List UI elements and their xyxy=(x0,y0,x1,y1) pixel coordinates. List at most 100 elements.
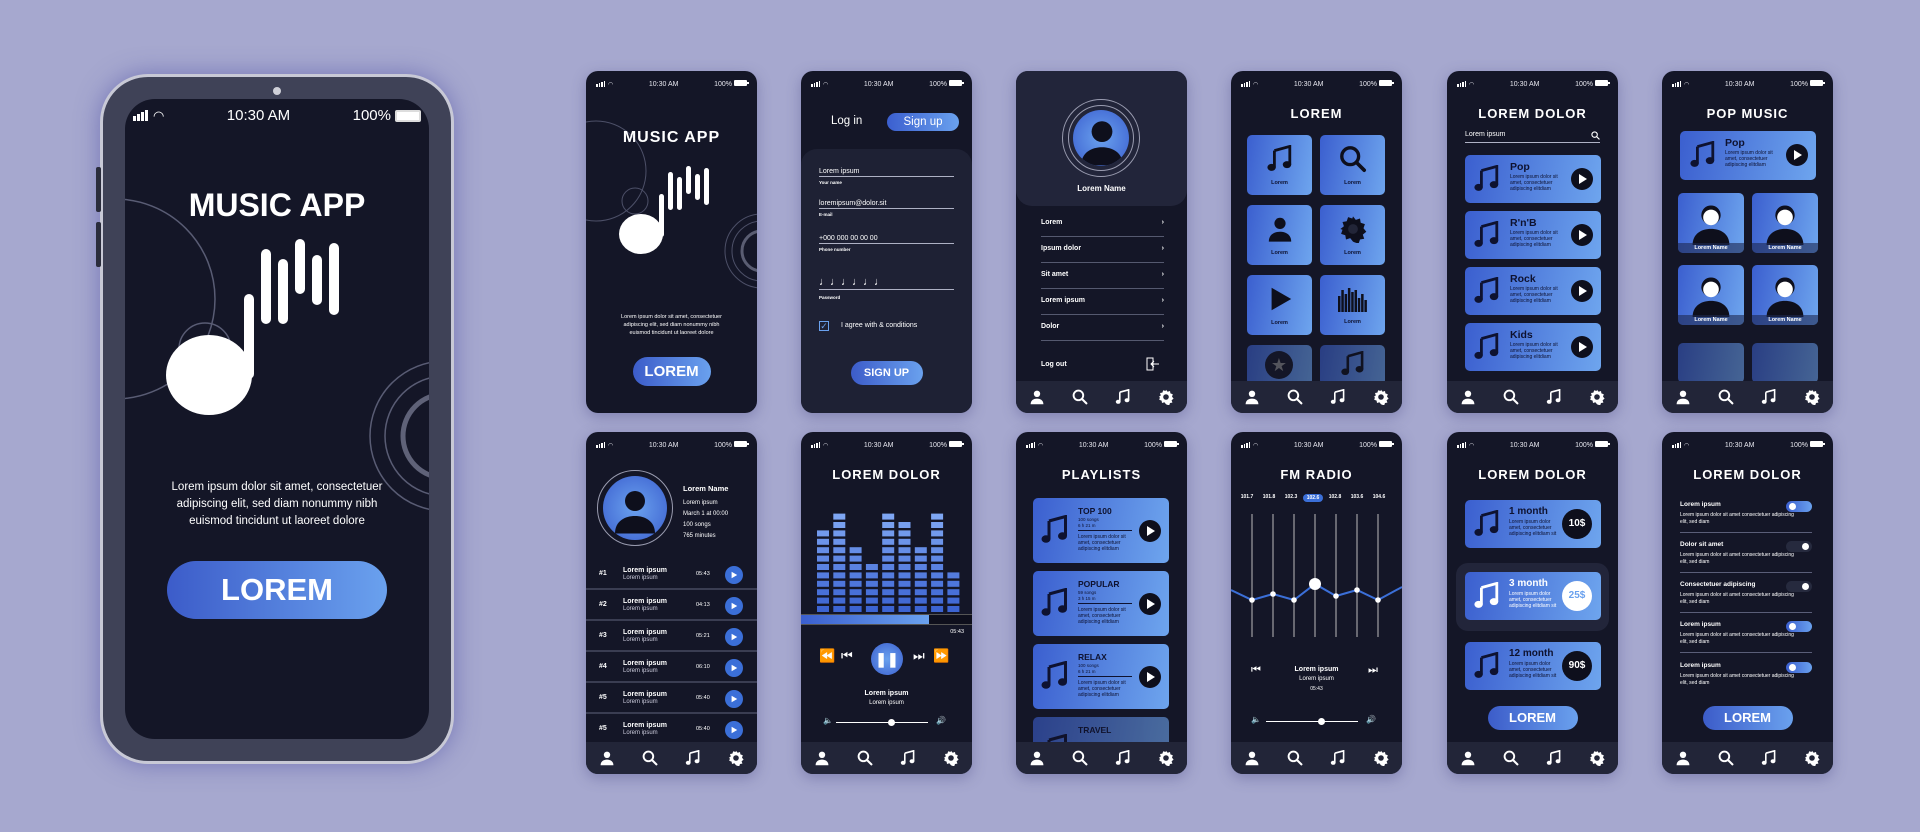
menu-item[interactable]: Ipsum dolor › xyxy=(1041,245,1164,263)
setting-toggle[interactable] xyxy=(1786,621,1812,632)
prev-icon[interactable]: ⏮ xyxy=(841,648,853,664)
grid-tile[interactable]: Lorem xyxy=(1320,275,1385,335)
plan-card[interactable]: 3 month Lorem ipsum dolor amet, consecte… xyxy=(1465,572,1601,620)
tab-signup[interactable]: Sign up xyxy=(887,113,959,131)
volume-slider[interactable] xyxy=(836,719,928,726)
station-knob[interactable] xyxy=(1309,578,1321,590)
setting-toggle[interactable] xyxy=(1786,662,1812,673)
tab-login[interactable]: Log in xyxy=(831,115,862,127)
grid-tile[interactable]: Lorem xyxy=(1320,135,1385,195)
nav-profile-icon[interactable] xyxy=(1673,387,1693,407)
station-chip[interactable]: 101.7 xyxy=(1237,494,1257,500)
nav-music-icon[interactable] xyxy=(683,748,703,768)
lorem-button[interactable]: LOREM xyxy=(632,357,711,386)
play-button[interactable] xyxy=(725,721,743,739)
nav-profile-icon[interactable] xyxy=(1027,748,1047,768)
artist-card[interactable]: Lorem Name xyxy=(1752,265,1818,325)
play-button[interactable] xyxy=(725,659,743,677)
artist-card[interactable]: Lorem Name xyxy=(1752,193,1818,253)
nav-search-icon[interactable] xyxy=(640,748,660,768)
grid-tile[interactable] xyxy=(1320,345,1385,385)
playlist-card[interactable]: POPULAR 59 songs 3 h 15 m Lorem ipsum do… xyxy=(1033,571,1169,636)
nav-music-icon[interactable] xyxy=(1759,387,1779,407)
nav-music-icon[interactable] xyxy=(1328,748,1348,768)
form-field[interactable]: Lorem ipsum xyxy=(819,168,954,177)
nav-music-icon[interactable] xyxy=(898,748,918,768)
station-knob[interactable] xyxy=(1291,597,1297,603)
nav-search-icon[interactable] xyxy=(1285,387,1305,407)
setting-toggle[interactable] xyxy=(1786,581,1812,592)
menu-item[interactable]: Lorem › xyxy=(1041,219,1164,237)
track-row[interactable]: #1 Lorem ipsum Lorem ipsum 05:43 xyxy=(586,560,757,590)
nav-search-icon[interactable] xyxy=(1070,748,1090,768)
nav-profile-icon[interactable] xyxy=(1027,387,1047,407)
nav-settings-icon[interactable] xyxy=(1587,387,1607,407)
station-chip[interactable]: 102.8 xyxy=(1325,494,1345,500)
pause-button[interactable]: ❚❚ xyxy=(871,643,903,675)
side-button[interactable] xyxy=(96,167,101,212)
next-station-icon[interactable]: ⏭ xyxy=(1368,664,1378,677)
nav-search-icon[interactable] xyxy=(1501,748,1521,768)
playlist-card[interactable]: RELAX 100 songs 6 h 21 m Lorem ipsum dol… xyxy=(1033,644,1169,709)
lorem-button[interactable]: LOREM xyxy=(167,561,387,619)
nav-profile-icon[interactable] xyxy=(1242,748,1262,768)
station-chip[interactable]: 102.6 xyxy=(1303,494,1323,502)
station-knob[interactable] xyxy=(1270,591,1276,597)
logout-label[interactable]: Log out xyxy=(1041,361,1067,368)
nav-search-icon[interactable] xyxy=(1501,387,1521,407)
fast-forward-icon[interactable]: ⏩ xyxy=(933,648,949,664)
search-icon[interactable] xyxy=(1591,131,1600,140)
featured-genre-card[interactable]: Pop Lorem ipsum dolor sit amet, consecte… xyxy=(1680,131,1816,180)
nav-search-icon[interactable] xyxy=(1716,387,1736,407)
grid-tile[interactable]: Lorem xyxy=(1247,135,1312,195)
form-field[interactable]: +000 000 00 00 00 xyxy=(819,235,954,244)
nav-music-icon[interactable] xyxy=(1113,387,1133,407)
grid-tile[interactable]: ★ xyxy=(1247,345,1312,385)
genre-card[interactable]: Kids Lorem ipsum dolor sit amet, consect… xyxy=(1465,323,1601,371)
rewind-icon[interactable]: ⏪ xyxy=(819,648,835,664)
form-field[interactable]: ♩♩♩♩♩♩ xyxy=(819,276,954,290)
nav-music-icon[interactable] xyxy=(1544,748,1564,768)
menu-item[interactable]: Dolor › xyxy=(1041,323,1164,341)
play-button[interactable] xyxy=(1571,280,1593,302)
artist-card[interactable] xyxy=(1752,343,1818,383)
play-button[interactable] xyxy=(725,690,743,708)
station-knob[interactable] xyxy=(1333,593,1339,599)
playlist-card[interactable]: TOP 100 100 songs 6 h 21 m Lorem ipsum d… xyxy=(1033,498,1169,563)
station-chip[interactable]: 103.6 xyxy=(1347,494,1367,500)
volume-slider[interactable] xyxy=(1266,718,1358,725)
plan-card[interactable]: 12 month Lorem ipsum dolor amet, consect… xyxy=(1465,642,1601,690)
nav-search-icon[interactable] xyxy=(855,748,875,768)
grid-tile[interactable]: Lorem xyxy=(1320,205,1385,265)
nav-settings-icon[interactable] xyxy=(941,748,961,768)
play-button[interactable] xyxy=(1571,224,1593,246)
nav-profile-icon[interactable] xyxy=(1458,748,1478,768)
nav-search-icon[interactable] xyxy=(1070,387,1090,407)
station-knob[interactable] xyxy=(1375,597,1381,603)
logout-icon[interactable] xyxy=(1146,357,1160,371)
nav-settings-icon[interactable] xyxy=(1802,387,1822,407)
nav-music-icon[interactable] xyxy=(1544,387,1564,407)
nav-music-icon[interactable] xyxy=(1759,748,1779,768)
nav-profile-icon[interactable] xyxy=(1458,387,1478,407)
play-button[interactable] xyxy=(725,566,743,584)
menu-item[interactable]: Lorem ipsum › xyxy=(1041,297,1164,315)
track-row[interactable]: #2 Lorem ipsum Lorem ipsum 04:13 xyxy=(586,591,757,621)
form-field[interactable]: loremipsum@dolor.sit xyxy=(819,200,954,209)
artist-card[interactable]: Lorem Name xyxy=(1678,193,1744,253)
station-knob[interactable] xyxy=(1354,587,1360,593)
play-button[interactable] xyxy=(725,628,743,646)
lorem-button[interactable]: LOREM xyxy=(1702,706,1793,730)
nav-settings-icon[interactable] xyxy=(1587,748,1607,768)
nav-settings-icon[interactable] xyxy=(1371,748,1391,768)
play-button[interactable] xyxy=(725,597,743,615)
genre-card[interactable]: Pop Lorem ipsum dolor sit amet, consecte… xyxy=(1465,155,1601,203)
volume-knob[interactable] xyxy=(1318,718,1326,725)
track-row[interactable]: #3 Lorem ipsum Lorem ipsum 05:21 xyxy=(586,622,757,652)
nav-search-icon[interactable] xyxy=(1285,748,1305,768)
track-row[interactable]: #5 Lorem ipsum Lorem ipsum 05:40 xyxy=(586,684,757,714)
nav-settings-icon[interactable] xyxy=(726,748,746,768)
station-knob[interactable] xyxy=(1249,597,1255,603)
nav-profile-icon[interactable] xyxy=(1673,748,1693,768)
play-button[interactable] xyxy=(1139,520,1161,542)
